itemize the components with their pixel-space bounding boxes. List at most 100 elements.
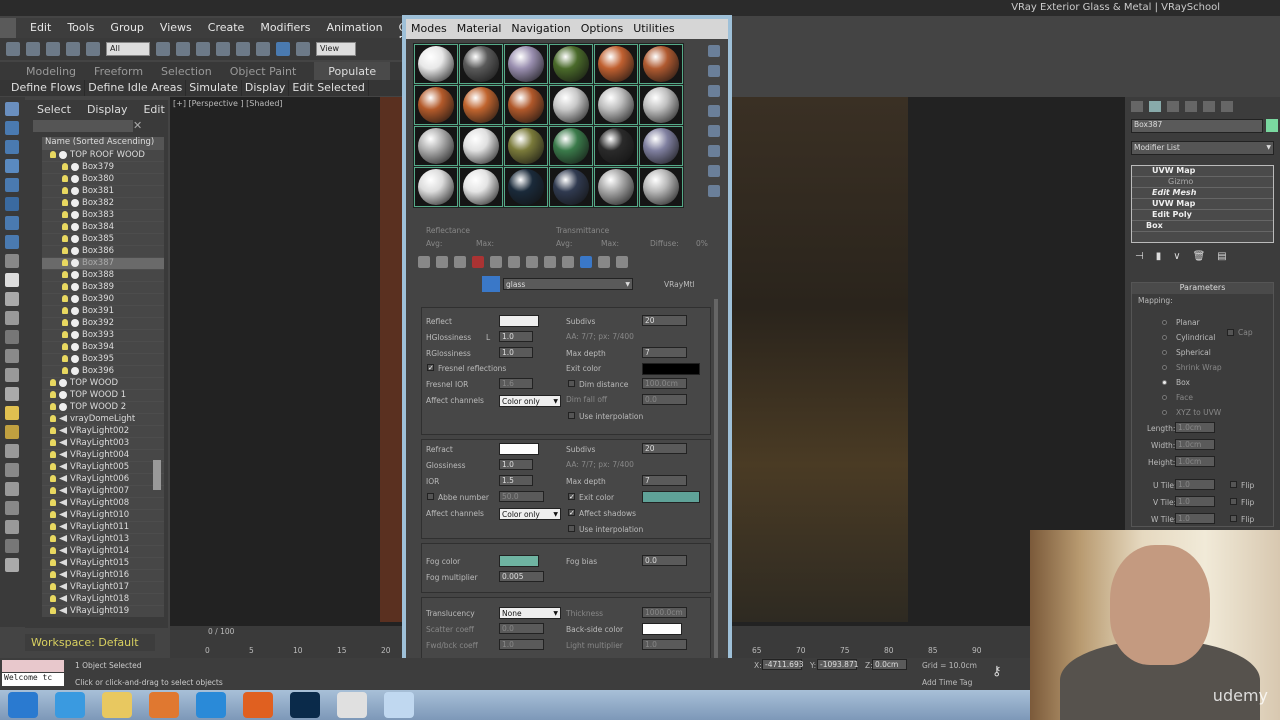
tool-strip-icon[interactable]	[5, 558, 19, 572]
explorer-row[interactable]: Box383	[42, 210, 164, 222]
stack-edit-mesh[interactable]: Edit Mesh	[1132, 188, 1273, 199]
cap-checkbox[interactable]	[1227, 329, 1234, 336]
tool-strip-icon[interactable]	[5, 178, 19, 192]
reflect-affect-dropdown[interactable]: Color only	[499, 395, 561, 407]
reset-map-icon[interactable]	[472, 256, 484, 268]
mapping-radio[interactable]	[1162, 365, 1167, 370]
visibility-bulb-icon[interactable]	[50, 475, 56, 482]
explorer-row[interactable]: Box394	[42, 342, 164, 354]
visibility-bulb-icon[interactable]	[62, 211, 68, 218]
refract-subdivs-field[interactable]: 20	[642, 443, 687, 454]
refract-interp-checkbox[interactable]	[568, 525, 575, 532]
fresnel-checkbox[interactable]: ✓	[427, 364, 434, 372]
pin-stack-icon[interactable]: ⊣	[1135, 251, 1144, 262]
sample-slot[interactable]	[639, 85, 683, 125]
visibility-bulb-icon[interactable]	[62, 223, 68, 230]
go-to-parent-icon[interactable]	[598, 256, 610, 268]
tool-strip-icon[interactable]	[5, 368, 19, 382]
move-icon[interactable]	[236, 42, 250, 56]
visibility-bulb-icon[interactable]	[50, 427, 56, 434]
explorer-tab-display[interactable]: Display	[87, 103, 128, 116]
light-multiplier-field[interactable]: 1.0	[642, 639, 687, 650]
reflect-color-swatch[interactable]	[499, 315, 539, 327]
u-flip-checkbox[interactable]	[1230, 481, 1237, 488]
stack-uvw-map[interactable]: UVW Map	[1132, 166, 1273, 177]
motion-tab-icon[interactable]	[1185, 101, 1197, 112]
sample-slot[interactable]	[549, 126, 593, 166]
explorer-tab-select[interactable]: Select	[37, 103, 71, 116]
visibility-bulb-icon[interactable]	[50, 463, 56, 470]
make-unique-icon[interactable]	[508, 256, 520, 268]
tool-strip-icon[interactable]	[5, 292, 19, 306]
explorer-row[interactable]: Box380	[42, 174, 164, 186]
material-id-channel-icon[interactable]	[544, 256, 556, 268]
visibility-bulb-icon[interactable]	[50, 523, 56, 530]
explorer-row[interactable]: VRayLight005	[42, 462, 164, 474]
menu-tools[interactable]: Tools	[59, 18, 102, 38]
reflect-interp-checkbox[interactable]	[568, 412, 575, 419]
height-field[interactable]: 1.0cm	[1175, 456, 1215, 467]
fog-multiplier-field[interactable]: 0.005	[499, 571, 544, 582]
u-tile-field[interactable]: 1.0	[1175, 479, 1215, 490]
taskbar-internet-explorer-icon[interactable]	[55, 692, 85, 718]
make-unique-icon[interactable]: ∨	[1173, 251, 1180, 262]
translucency-dropdown[interactable]: None	[499, 607, 561, 619]
visibility-bulb-icon[interactable]	[50, 559, 56, 566]
explorer-scrollbar[interactable]	[153, 460, 161, 490]
sample-slot[interactable]	[549, 167, 593, 207]
menu-navigation[interactable]: Navigation	[506, 19, 575, 39]
undo-icon[interactable]	[6, 42, 20, 56]
fresnel-ior-field[interactable]: 1.6	[499, 378, 533, 389]
tool-strip-icon[interactable]	[5, 311, 19, 325]
visibility-bulb-icon[interactable]	[50, 571, 56, 578]
tool-strip-icon[interactable]	[5, 463, 19, 477]
taskbar-media-player-icon[interactable]	[149, 692, 179, 718]
time-slider-right[interactable]: 65 70 75 80 85 90	[732, 626, 1030, 658]
select-object-icon[interactable]	[156, 42, 170, 56]
material-name-field[interactable]: glass	[503, 278, 633, 290]
explorer-row[interactable]: Box384	[42, 222, 164, 234]
dim-distance-field[interactable]: 100.0cm	[642, 378, 687, 389]
tool-strip-icon[interactable]	[5, 406, 19, 420]
mapping-radio[interactable]	[1162, 320, 1167, 325]
sample-slot[interactable]	[414, 85, 458, 125]
visibility-bulb-icon[interactable]	[50, 379, 56, 386]
visibility-bulb-icon[interactable]	[62, 295, 68, 302]
abbe-field[interactable]: 50.0	[499, 491, 544, 502]
stack-uvw-map-2[interactable]: UVW Map	[1132, 199, 1273, 210]
explorer-row[interactable]: Box395	[42, 354, 164, 366]
sample-slot[interactable]	[594, 85, 638, 125]
refract-color-swatch[interactable]	[499, 443, 539, 455]
taskbar-start-icon[interactable]	[8, 692, 38, 718]
sample-slot[interactable]	[594, 126, 638, 166]
length-field[interactable]: 1.0cm	[1175, 422, 1215, 433]
visibility-bulb-icon[interactable]	[62, 247, 68, 254]
stack-gizmo[interactable]: Gizmo	[1132, 177, 1273, 188]
close-icon[interactable]: ✕	[133, 119, 142, 132]
get-material-icon[interactable]	[418, 256, 430, 268]
edit-selected-button[interactable]: Edit Selected	[289, 80, 369, 96]
tool-strip-icon[interactable]	[5, 444, 19, 458]
visibility-bulb-icon[interactable]	[50, 595, 56, 602]
stack-edit-poly[interactable]: Edit Poly	[1132, 210, 1273, 221]
sample-slot[interactable]	[414, 44, 458, 84]
menu-views[interactable]: Views	[152, 18, 200, 38]
select-by-material-icon[interactable]	[708, 185, 720, 197]
explorer-row[interactable]: TOP ROOF WOOD	[42, 150, 164, 162]
explorer-row[interactable]: Box391	[42, 306, 164, 318]
hierarchy-tab-icon[interactable]	[1167, 101, 1179, 112]
menu-animation[interactable]: Animation	[319, 18, 391, 38]
mapping-radio[interactable]	[1162, 395, 1167, 400]
v-tile-field[interactable]: 1.0	[1175, 496, 1215, 507]
visibility-bulb-icon[interactable]	[62, 175, 68, 182]
hgloss-lock-button[interactable]: L	[486, 333, 490, 342]
display-button[interactable]: Display	[242, 80, 290, 96]
pick-material-eyedropper-icon[interactable]	[482, 276, 500, 292]
explorer-row[interactable]: VRayLight002	[42, 426, 164, 438]
tool-strip-icon[interactable]	[5, 102, 19, 116]
menu-modes[interactable]: Modes	[406, 19, 452, 39]
material-scrollbar[interactable]	[714, 299, 718, 659]
tool-strip-icon[interactable]	[5, 254, 19, 268]
modify-tab-icon[interactable]	[1149, 101, 1161, 112]
define-flows-button[interactable]: Define Flows	[8, 80, 86, 96]
